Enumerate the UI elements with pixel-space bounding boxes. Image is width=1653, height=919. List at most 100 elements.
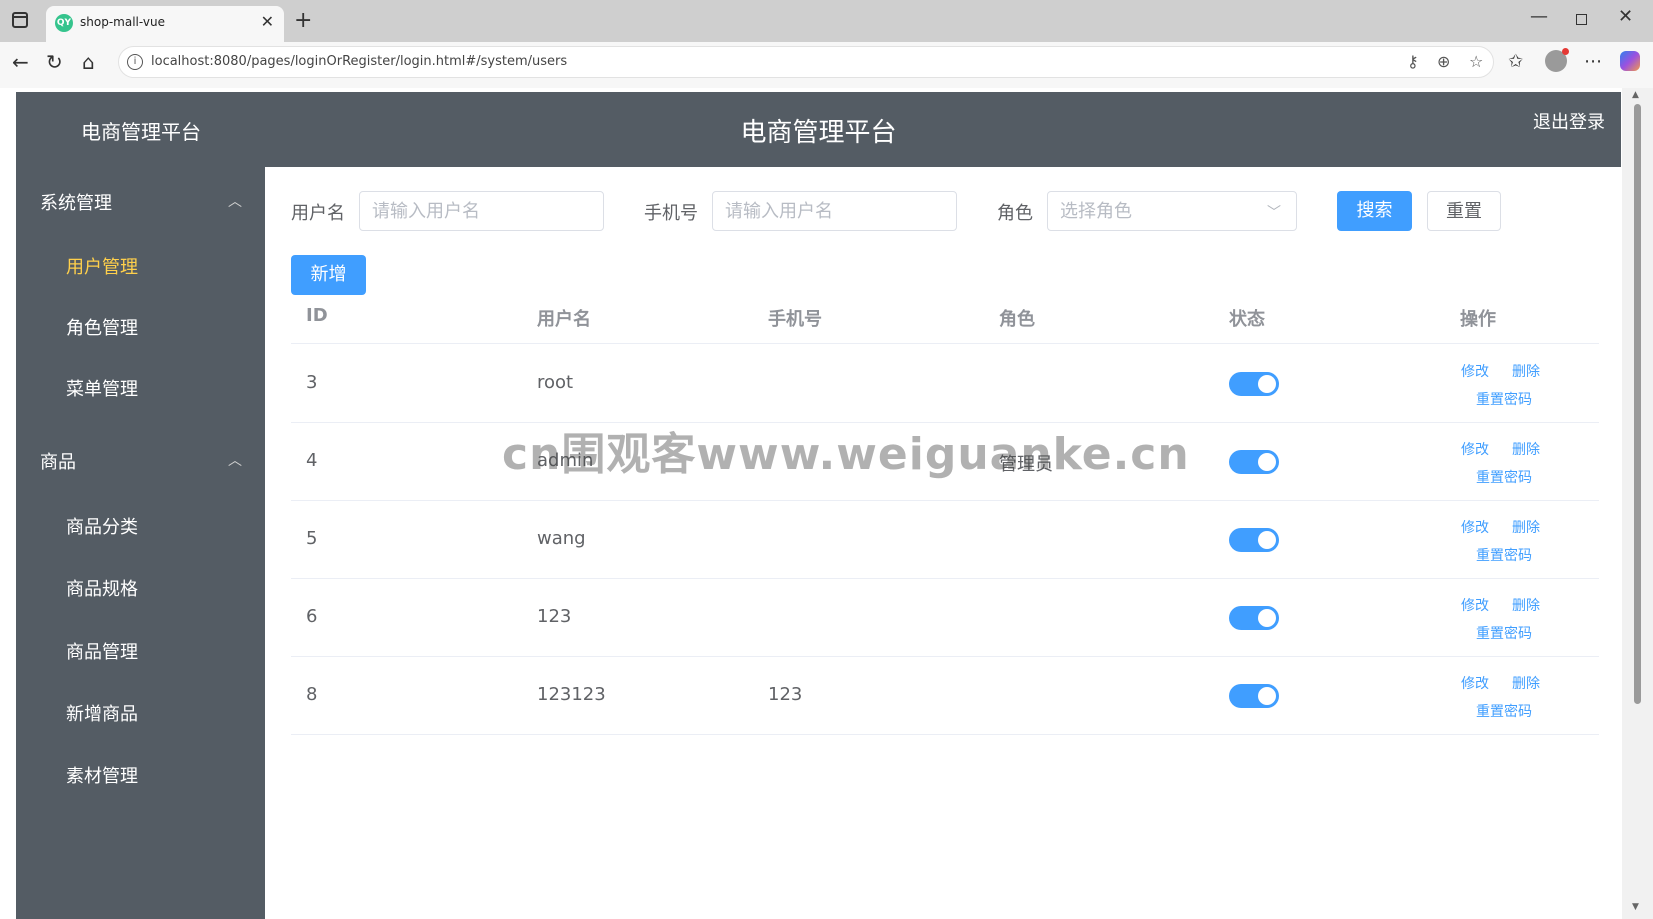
sidebar-item-menus[interactable]: 菜单管理 — [66, 375, 138, 401]
chevron-down-icon[interactable]: ﹀ — [1267, 202, 1281, 222]
column-header-phone: 手机号 — [768, 309, 822, 330]
phone-label: 手机号 — [644, 203, 698, 224]
home-icon[interactable]: ⌂ — [82, 50, 95, 74]
edit-link[interactable]: 修改 — [1461, 439, 1489, 459]
favicon-icon: QY — [55, 14, 73, 32]
edit-link[interactable]: 修改 — [1461, 517, 1489, 537]
more-icon[interactable]: ⋯ — [1584, 51, 1602, 72]
cell-username: wang — [537, 528, 586, 549]
scroll-thumb[interactable] — [1634, 104, 1641, 704]
reset-password-link[interactable]: 重置密码 — [1476, 389, 1532, 409]
status-switch[interactable] — [1229, 450, 1279, 474]
page-scrollbar[interactable]: ▲ ▼ — [1622, 88, 1653, 919]
column-header-id: ID — [306, 305, 328, 326]
username-input[interactable] — [359, 191, 604, 231]
sidebar-item-roles[interactable]: 角色管理 — [66, 314, 138, 340]
delete-link[interactable]: 删除 — [1512, 439, 1540, 459]
table-row: 8 123123 123 修改 删除 重置密码 — [291, 657, 1599, 735]
cell-id: 6 — [306, 606, 318, 627]
delete-link[interactable]: 删除 — [1512, 517, 1540, 537]
browser-toolbar: ← ↻ ⌂ i localhost:8080/pages/loginOrRegi… — [0, 42, 1653, 88]
reset-button[interactable]: 重置 — [1427, 191, 1501, 231]
role-select[interactable] — [1047, 191, 1297, 231]
edit-link[interactable]: 修改 — [1461, 595, 1489, 615]
switch-knob — [1258, 609, 1276, 627]
site-info-icon[interactable]: i — [127, 54, 143, 70]
browser-tab-bar: QY shop-mall-vue ✕ + — ✕ — [0, 0, 1653, 42]
column-header-status: 状态 — [1229, 309, 1265, 330]
watermark: cn围观客www.weiguanke.cn — [502, 429, 1190, 480]
status-switch[interactable] — [1229, 606, 1279, 630]
favorite-star-icon[interactable]: ☆ — [1469, 52, 1483, 71]
minimize-icon[interactable]: — — [1530, 6, 1548, 27]
delete-link[interactable]: 删除 — [1512, 361, 1540, 381]
cell-id: 3 — [306, 372, 318, 393]
chevron-up-icon[interactable]: ︿ — [228, 450, 242, 470]
window-close-icon[interactable]: ✕ — [1618, 6, 1633, 27]
copilot-icon[interactable] — [1620, 51, 1640, 71]
sidebar-item-goods[interactable]: 商品管理 — [66, 638, 138, 664]
sidebar-item-users[interactable]: 用户管理 — [66, 253, 138, 279]
tab-title: shop-mall-vue — [80, 15, 165, 29]
column-header-username: 用户名 — [537, 309, 591, 330]
switch-knob — [1258, 375, 1276, 393]
tab-actions-icon[interactable] — [12, 12, 28, 28]
scroll-down-icon[interactable]: ▼ — [1632, 902, 1639, 912]
table-row: 3 root 修改 删除重置密码 — [291, 345, 1599, 423]
switch-knob — [1258, 531, 1276, 549]
delete-link[interactable]: 删除 — [1512, 595, 1540, 615]
cell-username: 123 — [537, 606, 572, 627]
back-icon[interactable]: ← — [12, 50, 29, 74]
status-switch[interactable] — [1229, 528, 1279, 552]
table-row: 5 wang 修改 删除重置密码 — [291, 501, 1599, 579]
browser-tab[interactable]: QY shop-mall-vue ✕ — [46, 6, 284, 42]
sidebar-item-materials[interactable]: 素材管理 — [66, 762, 138, 788]
status-switch[interactable] — [1229, 684, 1279, 708]
username-label: 用户名 — [291, 203, 345, 224]
page-title: 电商管理平台 — [740, 118, 897, 148]
zoom-icon[interactable]: ⊕ — [1437, 52, 1450, 71]
cell-username: root — [537, 372, 574, 393]
role-label: 角色 — [997, 203, 1033, 224]
sidebar-item-add-goods[interactable]: 新增商品 — [66, 700, 138, 726]
reset-password-link[interactable]: 重置密码 — [1476, 701, 1532, 721]
chevron-up-icon[interactable]: ︿ — [228, 191, 242, 211]
sidebar-item-categories[interactable]: 商品分类 — [66, 513, 138, 539]
maximize-icon[interactable] — [1576, 14, 1587, 25]
logout-button[interactable]: 退出登录 — [1533, 108, 1605, 134]
favorites-icon[interactable]: ✩ — [1508, 51, 1523, 72]
phone-input[interactable] — [712, 191, 957, 231]
cell-phone: 123 — [768, 684, 803, 705]
cell-id: 8 — [306, 684, 318, 705]
reset-password-link[interactable]: 重置密码 — [1476, 467, 1532, 487]
new-tab-icon[interactable]: + — [294, 8, 312, 33]
reload-icon[interactable]: ↻ — [46, 50, 63, 74]
cell-id: 5 — [306, 528, 318, 549]
profile-avatar[interactable] — [1545, 48, 1569, 72]
search-button[interactable]: 搜索 — [1337, 191, 1412, 231]
close-tab-icon[interactable]: ✕ — [261, 12, 274, 31]
column-header-actions: 操作 — [1460, 309, 1496, 330]
status-switch[interactable] — [1229, 372, 1279, 396]
app-header: 电商管理平台 电商管理平台 退出登录 — [16, 92, 1621, 167]
reset-password-link[interactable]: 重置密码 — [1476, 545, 1532, 565]
address-bar[interactable]: i localhost:8080/pages/loginOrRegister/l… — [118, 46, 1494, 78]
scroll-up-icon[interactable]: ▲ — [1632, 90, 1639, 100]
cell-username: 123123 — [537, 684, 606, 705]
sidebar: 系统管理 ︿ 用户管理 角色管理 菜单管理 商品 ︿ 商品分类 商品规格 商品管… — [16, 167, 265, 919]
switch-knob — [1258, 453, 1276, 471]
menu-group-system[interactable]: 系统管理 — [40, 189, 112, 215]
add-user-button[interactable]: 新增 — [291, 255, 366, 295]
table-header: ID 用户名 手机号 角色 状态 操作 — [291, 295, 1599, 344]
cell-id: 4 — [306, 450, 318, 471]
edit-link[interactable]: 修改 — [1461, 673, 1489, 693]
address-url[interactable]: localhost:8080/pages/loginOrRegister/log… — [151, 54, 567, 69]
key-icon[interactable]: ⚷ — [1407, 52, 1419, 71]
menu-group-goods[interactable]: 商品 — [40, 448, 76, 474]
switch-knob — [1258, 687, 1276, 705]
reset-password-link[interactable]: 重置密码 — [1476, 623, 1532, 643]
sidebar-item-specs[interactable]: 商品规格 — [66, 575, 138, 601]
delete-link[interactable]: 删除 — [1512, 673, 1540, 693]
edit-link[interactable]: 修改 — [1461, 361, 1489, 381]
main-content: 用户名 手机号 角色 ﹀ 搜索 重置 新增 ID 用户名 手机号 角色 状态 操… — [265, 167, 1621, 919]
